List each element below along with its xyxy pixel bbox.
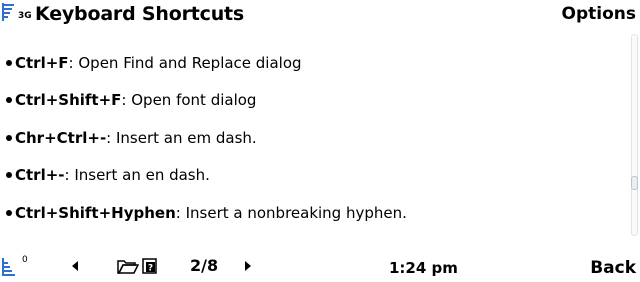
shortcut-description: : Open Find and Replace dialog: [68, 53, 302, 72]
folder-open-icon[interactable]: [117, 258, 139, 274]
help-document-icon[interactable]: ?: [142, 258, 158, 274]
shortcut-keys: Ctrl+F: [15, 53, 69, 72]
shortcut-description: : Insert a nonbreaking hyphen.: [175, 203, 407, 222]
page-title: Keyboard Shortcuts: [35, 3, 245, 25]
list-item: Ctrl+Shift+Hyphen: Insert a nonbreaking …: [6, 194, 616, 232]
scrollbar-track[interactable]: [631, 34, 638, 236]
shortcut-keys: Ctrl+Shift+Hyphen: [15, 203, 176, 222]
shortcut-list: Ctrl+F: Open Find and Replace dialog Ctr…: [6, 44, 616, 232]
shortcut-description: : Insert an em dash.: [106, 128, 257, 147]
shortcut-keys: Ctrl+-: [15, 166, 65, 185]
bullet: [6, 209, 12, 216]
shortcut-description: : Open font dialog: [121, 91, 257, 110]
list-item: Ctrl+Shift+F: Open font dialog: [6, 82, 616, 120]
shortcut-keys: Ctrl+Shift+F: [15, 91, 122, 110]
bottom-bar: 0 ? 2/8 1:24 pm Back: [0, 248, 640, 282]
list-item: Ctrl+F: Open Find and Replace dialog: [6, 44, 616, 82]
svg-text:?: ?: [148, 264, 153, 274]
battery-indicator: 0: [22, 255, 28, 265]
list-item: Chr+Ctrl+-: Insert an em dash.: [6, 119, 616, 157]
scrollbar-thumb[interactable]: [631, 176, 638, 190]
shortcut-description: : Insert an en dash.: [64, 166, 210, 185]
bullet: [6, 97, 12, 104]
bullet: [6, 134, 12, 141]
prev-page-icon[interactable]: [72, 261, 78, 271]
signal-strength-icon: [2, 3, 14, 21]
bullet: [6, 172, 12, 179]
network-type-label: 3G: [18, 11, 32, 21]
shortcut-keys: Chr+Ctrl+-: [15, 128, 107, 147]
bullet: [6, 59, 12, 66]
list-item: Ctrl+-: Insert an en dash.: [6, 157, 616, 195]
clock: 1:24 pm: [389, 259, 458, 277]
next-page-icon[interactable]: [245, 261, 251, 271]
title-bar: 3G Keyboard Shortcuts Options: [0, 0, 640, 32]
back-softkey[interactable]: Back: [590, 258, 636, 278]
options-softkey[interactable]: Options: [562, 4, 636, 24]
battery-icon: [2, 258, 15, 276]
page-indicator: 2/8: [190, 256, 219, 275]
